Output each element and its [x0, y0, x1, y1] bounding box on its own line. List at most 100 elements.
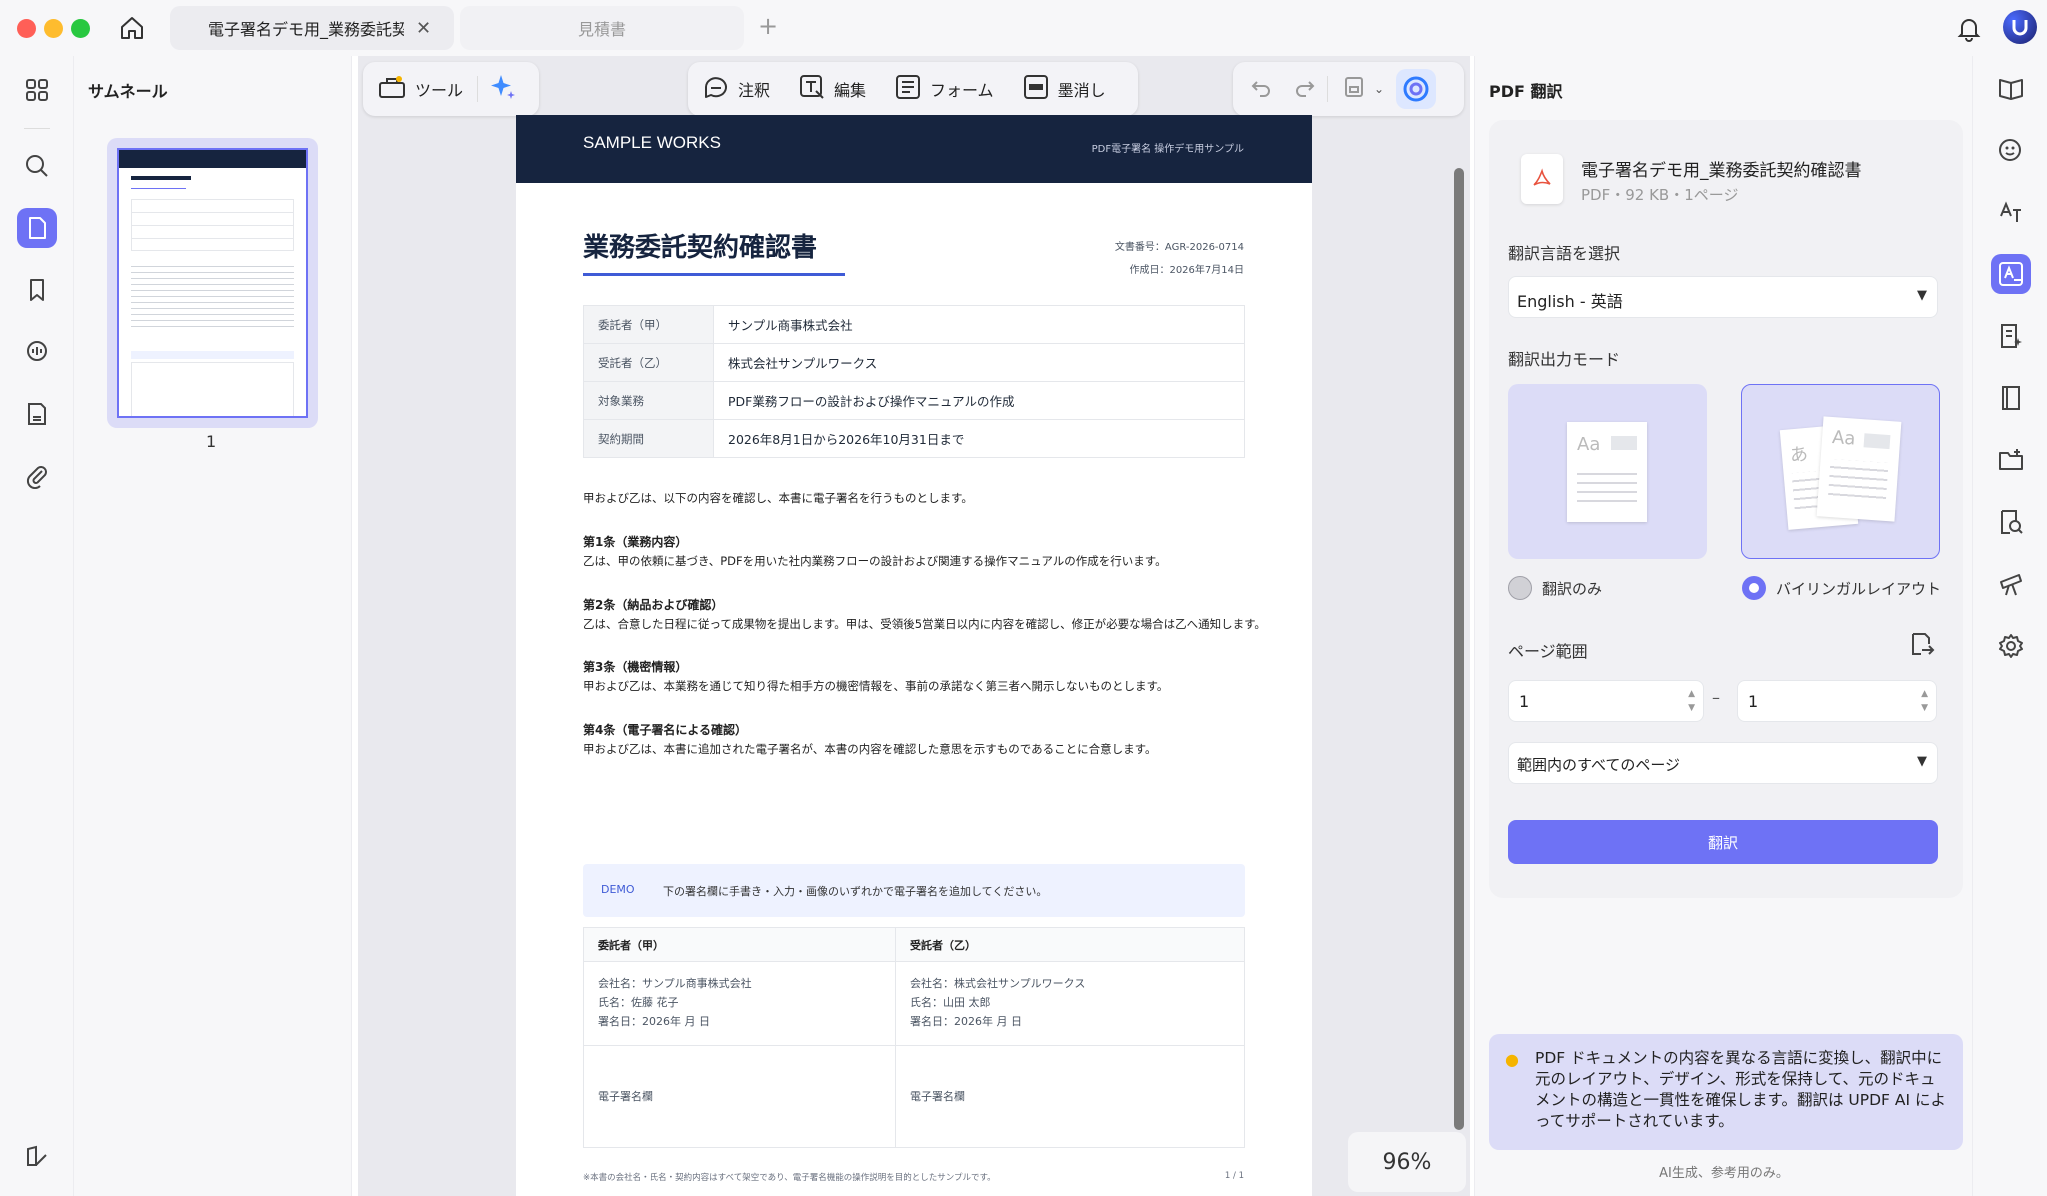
thumbnail-preview [117, 148, 308, 418]
tab-close-icon[interactable]: ✕ [416, 18, 431, 39]
signature-field[interactable]: 電子署名欄 [583, 1045, 896, 1148]
sig-company: 会社名：サンプル商事株式会社 [598, 977, 752, 990]
stepper-icon[interactable]: ▲ ▼ [1688, 687, 1695, 715]
table-row: 電子署名欄 電子署名欄 [583, 1045, 1246, 1148]
ai-sparkle-icon[interactable] [478, 72, 528, 106]
mode-only-label: 翻訳のみ [1542, 579, 1603, 598]
pages-icon[interactable] [17, 208, 57, 248]
doc-header: SAMPLE WORKS PDF電子署名 操作デモ用サンプル [516, 115, 1312, 183]
tab-estimate[interactable]: 見積書 [460, 6, 744, 50]
vertical-scrollbar[interactable] [1454, 168, 1464, 1130]
language-select[interactable]: English - 英語 ▼ [1508, 276, 1938, 318]
tools-button[interactable]: ツール [363, 62, 477, 116]
save-icon[interactable] [1328, 75, 1370, 103]
info-value: 株式会社サンプルワークス [713, 343, 1245, 382]
doc-created-date: 作成日：2026年7月14日 [1129, 265, 1244, 276]
page-range-icon[interactable] [1907, 630, 1939, 662]
preview-aa: Aa [1831, 427, 1857, 450]
radio-translate-only[interactable]: 翻訳のみ [1508, 576, 1602, 600]
edit-label: 編集 [834, 81, 867, 100]
sig-date: 署名日：2026年 月 日 [909, 1015, 1022, 1028]
search-document-icon[interactable] [1991, 502, 2031, 542]
sig-details: 会社名：サンプル商事株式会社 氏名：佐藤 花子 署名日：2026年 月 日 [583, 961, 896, 1046]
maximize-window-button[interactable] [71, 19, 90, 38]
article-body: 甲および乙は、本業務を通じて知り得た相手方の機密情報を、事前の承諾なく第三者へ開… [583, 679, 1169, 693]
grid-apps-icon[interactable] [17, 70, 57, 110]
article-body: 甲および乙は、本書に追加された電子署名が、本書の内容を確認した意思を示すものであ… [583, 742, 1157, 756]
info-value: 2026年8月1日から2026年10月31日まで [713, 419, 1245, 458]
lightbulb-icon: ● [1505, 1050, 1519, 1069]
range-to-input[interactable]: 1 ▲ ▼ [1737, 680, 1937, 722]
zoom-level[interactable]: 96% [1348, 1132, 1466, 1192]
folder-add-icon[interactable] [1991, 440, 2031, 480]
doc-page-indicator: 1 / 1 [1224, 1171, 1244, 1181]
history-toolbar: ⌄ [1233, 62, 1464, 116]
stepper-icon[interactable]: ▲ ▼ [1921, 687, 1928, 715]
settings-gear-icon[interactable] [1991, 626, 2031, 666]
radio-bilingual[interactable]: バイリンガルレイアウト [1742, 576, 1941, 600]
title-underline [583, 273, 845, 276]
close-window-button[interactable] [17, 19, 36, 38]
bookmark-icon[interactable] [17, 270, 57, 310]
redact-label: 墨消し [1057, 81, 1106, 100]
signature-field[interactable]: 電子署名欄 [894, 1045, 1246, 1148]
user-avatar[interactable] [2003, 10, 2037, 44]
comment-icon [702, 73, 730, 105]
translate-panel: PDF 翻訳 電子署名デモ用_業務委託契約確認書 PDF・92 KB・1ページ … [1474, 56, 1972, 1196]
radio-selected [1742, 576, 1766, 600]
search-icon[interactable] [17, 146, 57, 186]
form-button[interactable]: フォーム [880, 62, 1008, 116]
main-toolbar: 注釈 編集 フォーム 墨消し [688, 62, 1138, 116]
range-mode-select[interactable]: 範囲内のすべてのページ ▼ [1508, 742, 1938, 784]
table-row: 会社名：サンプル商事株式会社 氏名：佐藤 花子 署名日：2026年 月 日 会社名：… [583, 961, 1246, 1046]
left-rail [0, 56, 74, 1196]
mode-option-translate-only[interactable]: Aa [1508, 384, 1707, 559]
comment-search-icon[interactable] [17, 332, 57, 372]
range-from-input[interactable]: 1 ▲ ▼ [1508, 680, 1704, 722]
sidebar-toggle-icon[interactable] [17, 1136, 57, 1176]
ai-note: AI生成、参考用のみ。 [1659, 1166, 1789, 1181]
pdf-page: SAMPLE WORKS PDF電子署名 操作デモ用サンプル 業務委託契約確認書… [516, 115, 1312, 1196]
translate-icon[interactable] [1991, 254, 2031, 294]
file-meta: PDF・92 KB・1ページ [1581, 186, 1739, 204]
article-heading: 第1条（業務内容） [583, 535, 688, 549]
info-text: PDF ドキュメントの内容を異なる言語に変換し、翻訳中に元のレイアウト、デザイン… [1535, 1049, 1946, 1130]
page-thumbnail[interactable] [107, 138, 318, 428]
chevron-down-icon[interactable]: ⌄ [1370, 82, 1388, 96]
presentation-icon[interactable] [1991, 564, 2031, 604]
demo-notice: DEMO 下の署名欄に手書き・入力・画像のいずれかで電子署名を追加してください。 [583, 864, 1245, 917]
info-key: 委託者（甲） [583, 305, 714, 344]
thumbnail-page-number: 1 [206, 432, 217, 451]
ai-summary-icon[interactable] [1991, 316, 2031, 356]
ai-chat-icon[interactable] [1991, 130, 2031, 170]
minimize-window-button[interactable] [44, 19, 63, 38]
ocr-icon[interactable] [1991, 192, 2031, 232]
form-icon [894, 73, 922, 105]
thumbnail-panel: サムネール 1 [74, 56, 352, 1196]
edit-button[interactable]: 編集 [784, 62, 880, 116]
ai-assistant-icon[interactable] [1396, 69, 1437, 109]
document-icon[interactable] [17, 394, 57, 434]
table-row: 受託者（乙） 株式会社サンプルワークス [583, 343, 1245, 382]
book-icon[interactable] [1991, 378, 2031, 418]
attachment-icon[interactable] [17, 456, 57, 496]
mode-option-bilingual[interactable]: あ Aa [1741, 384, 1940, 559]
page-range-label: ページ範囲 [1508, 642, 1588, 661]
annotate-button[interactable]: 注釈 [688, 62, 784, 116]
bilingual-preview-front: Aa [1816, 416, 1902, 522]
home-icon[interactable] [117, 13, 147, 43]
redact-button[interactable]: 墨消し [1008, 62, 1120, 116]
tab-active-document[interactable]: 電子署名デモ用_業務委託契約確認書 ✕ [170, 6, 454, 50]
new-tab-plus-icon[interactable]: + [758, 12, 778, 40]
reader-icon[interactable] [1991, 68, 2031, 108]
redo-icon[interactable] [1283, 75, 1327, 103]
info-key: 受託者（乙） [583, 343, 714, 382]
redact-icon [1022, 73, 1050, 105]
info-value: PDF業務フローの設計および操作マニュアルの作成 [713, 381, 1245, 420]
undo-icon[interactable] [1233, 75, 1283, 103]
mode-label: 翻訳出力モード [1508, 350, 1621, 369]
translate-button[interactable]: 翻訳 [1508, 820, 1938, 864]
bell-icon[interactable] [1955, 14, 1983, 42]
mode-bilingual-label: バイリンガルレイアウト [1776, 579, 1942, 598]
divider [24, 128, 50, 129]
